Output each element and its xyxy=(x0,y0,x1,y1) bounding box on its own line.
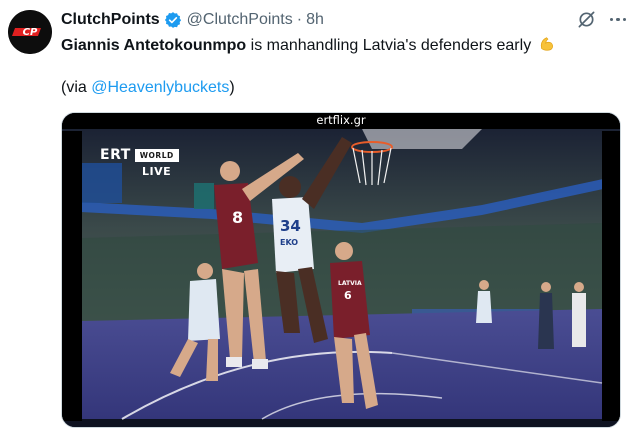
avatar[interactable]: CP xyxy=(8,10,52,54)
post-time[interactable]: 8h xyxy=(306,11,324,29)
video-media[interactable]: 8 34 EKO 6 LATVIA ertflix.gr ERT WORLD L… xyxy=(61,112,621,428)
tweet-actions xyxy=(577,10,626,29)
avatar-logo-text: CP xyxy=(23,27,38,38)
verified-badge-icon xyxy=(164,11,182,29)
grok-icon[interactable] xyxy=(577,10,596,29)
tweet-text-rest: is manhandling Latvia's defenders early xyxy=(246,37,536,54)
separator-dot: · xyxy=(296,11,303,28)
tweet-card[interactable]: CP ClutchPoints @ClutchPoints · 8h Giann… xyxy=(0,0,640,433)
via-mention-link[interactable]: @Heavenlybuckets xyxy=(91,79,229,96)
author-handle[interactable]: @ClutchPoints xyxy=(187,11,293,29)
tweet-text: Giannis Antetokounmpo is manhandling Lat… xyxy=(61,35,556,56)
jersey-name-greece: EKO xyxy=(280,238,298,247)
tweet-header: ClutchPoints @ClutchPoints · 8h xyxy=(61,9,324,31)
video-source-label: ertflix.gr xyxy=(316,113,366,127)
more-icon[interactable] xyxy=(609,10,626,29)
tweet-text-bold[interactable]: Giannis Antetokounmpo xyxy=(61,37,246,54)
via-prefix: (via xyxy=(61,79,92,96)
via-suffix: ) xyxy=(229,79,235,96)
clutchpoints-logo: CP xyxy=(8,10,52,54)
live-label: LIVE xyxy=(142,165,172,178)
flexed-biceps-emoji xyxy=(538,35,556,53)
author-name[interactable]: ClutchPoints xyxy=(61,11,160,29)
broadcaster-overlay: ERT WORLD LIVE xyxy=(100,147,179,178)
tweet-via-line: (via @Heavenlybuckets) xyxy=(61,78,235,98)
jersey-number-8: 8 xyxy=(232,208,243,227)
jersey-number-34: 34 xyxy=(280,217,301,235)
ert-logo: ERT xyxy=(100,147,131,163)
jersey-number-6: 6 xyxy=(344,289,352,302)
ert-world-badge: WORLD xyxy=(134,148,179,162)
jersey-name-latvia: LATVIA xyxy=(338,280,362,287)
